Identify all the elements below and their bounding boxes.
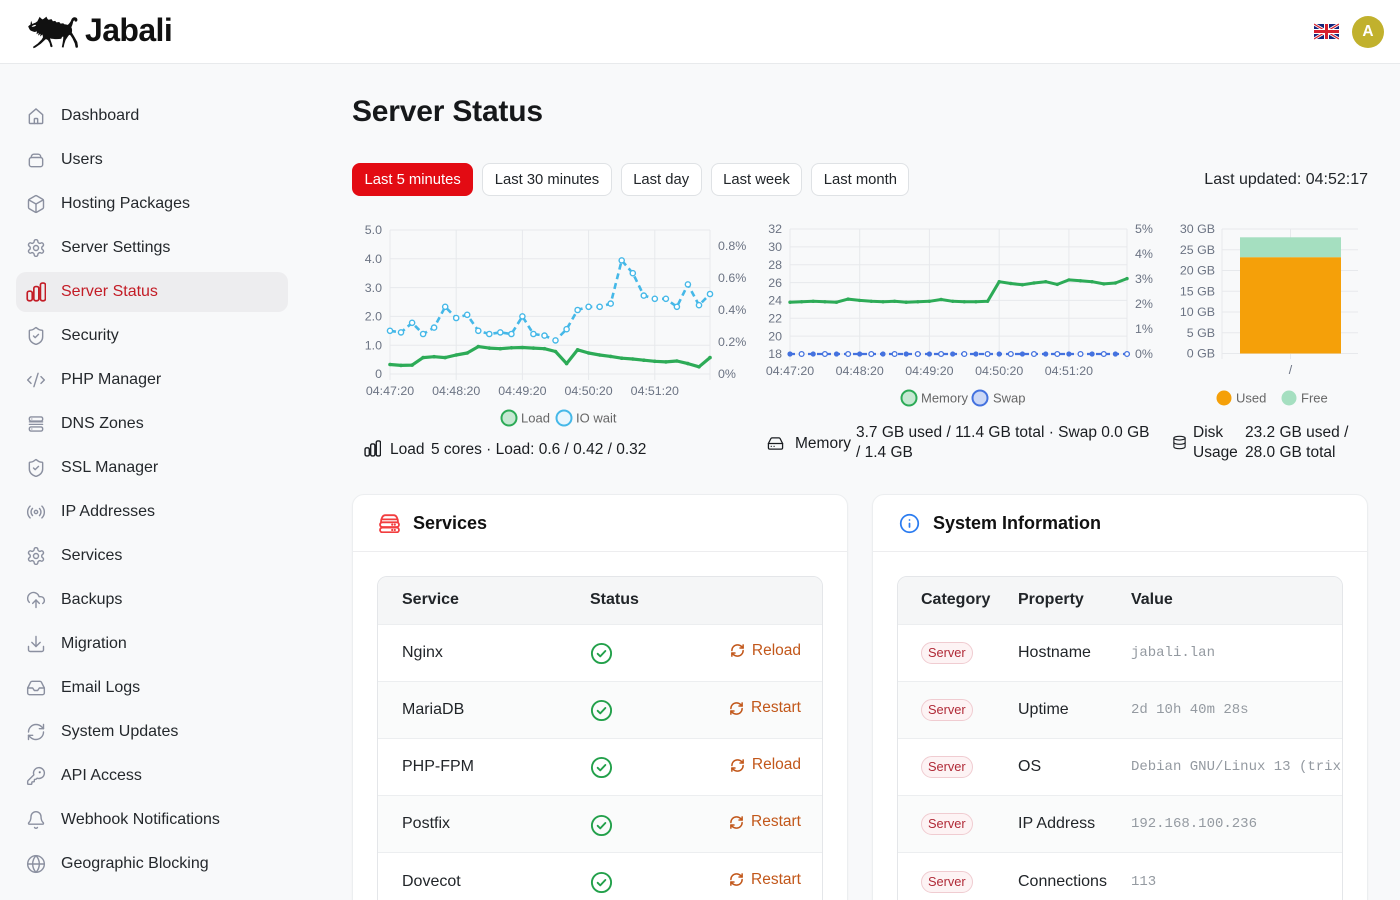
svg-text:32: 32: [768, 222, 782, 236]
svg-text:5%: 5%: [1135, 222, 1153, 236]
svg-text:04:51:20: 04:51:20: [1045, 364, 1093, 378]
svg-text:0.2%: 0.2%: [718, 335, 746, 349]
svg-text:28: 28: [768, 258, 782, 272]
svg-text:0.4%: 0.4%: [718, 303, 746, 317]
svg-text:26: 26: [768, 276, 782, 290]
svg-text:2.0: 2.0: [365, 310, 382, 324]
svg-text:25 GB: 25 GB: [1180, 243, 1215, 257]
svg-text:30 GB: 30 GB: [1180, 222, 1215, 236]
svg-text:04:49:20: 04:49:20: [498, 384, 546, 398]
svg-text:Free: Free: [1301, 391, 1328, 406]
svg-text:15 GB: 15 GB: [1180, 285, 1215, 299]
svg-text:0.6%: 0.6%: [718, 271, 746, 285]
svg-text:0%: 0%: [1135, 347, 1153, 361]
svg-text:0%: 0%: [718, 367, 736, 381]
svg-text:1%: 1%: [1135, 322, 1153, 336]
svg-text:20 GB: 20 GB: [1180, 264, 1215, 278]
svg-text:18: 18: [768, 347, 782, 361]
svg-text:24: 24: [768, 294, 782, 308]
svg-text:04:47:20: 04:47:20: [366, 384, 414, 398]
svg-text:5 GB: 5 GB: [1187, 326, 1215, 340]
svg-text:04:48:20: 04:48:20: [432, 384, 480, 398]
svg-text:IO wait: IO wait: [576, 411, 617, 426]
svg-text:5.0: 5.0: [365, 223, 382, 237]
svg-text:10 GB: 10 GB: [1180, 305, 1215, 319]
svg-text:4.0: 4.0: [365, 252, 382, 266]
svg-text:Memory: Memory: [921, 391, 968, 406]
svg-text:04:47:20: 04:47:20: [766, 364, 814, 378]
svg-text:1.0: 1.0: [365, 338, 382, 352]
svg-text:30: 30: [768, 240, 782, 254]
svg-text:22: 22: [768, 312, 782, 326]
svg-text:Load: Load: [521, 411, 550, 426]
svg-text:04:51:20: 04:51:20: [631, 384, 679, 398]
svg-text:Swap: Swap: [993, 391, 1026, 406]
svg-text:0.8%: 0.8%: [718, 239, 746, 253]
svg-text:Used: Used: [1236, 391, 1266, 406]
svg-text:0 GB: 0 GB: [1187, 347, 1215, 361]
svg-text:2%: 2%: [1135, 297, 1153, 311]
svg-text:04:49:20: 04:49:20: [905, 364, 953, 378]
svg-text:3.0: 3.0: [365, 281, 382, 295]
svg-text:04:48:20: 04:48:20: [836, 364, 884, 378]
svg-text:3%: 3%: [1135, 272, 1153, 286]
svg-text:04:50:20: 04:50:20: [564, 384, 612, 398]
svg-text:0: 0: [375, 367, 382, 381]
svg-text:04:50:20: 04:50:20: [975, 364, 1023, 378]
svg-text:/: /: [1289, 363, 1293, 377]
svg-text:4%: 4%: [1135, 247, 1153, 261]
svg-text:20: 20: [768, 329, 782, 343]
